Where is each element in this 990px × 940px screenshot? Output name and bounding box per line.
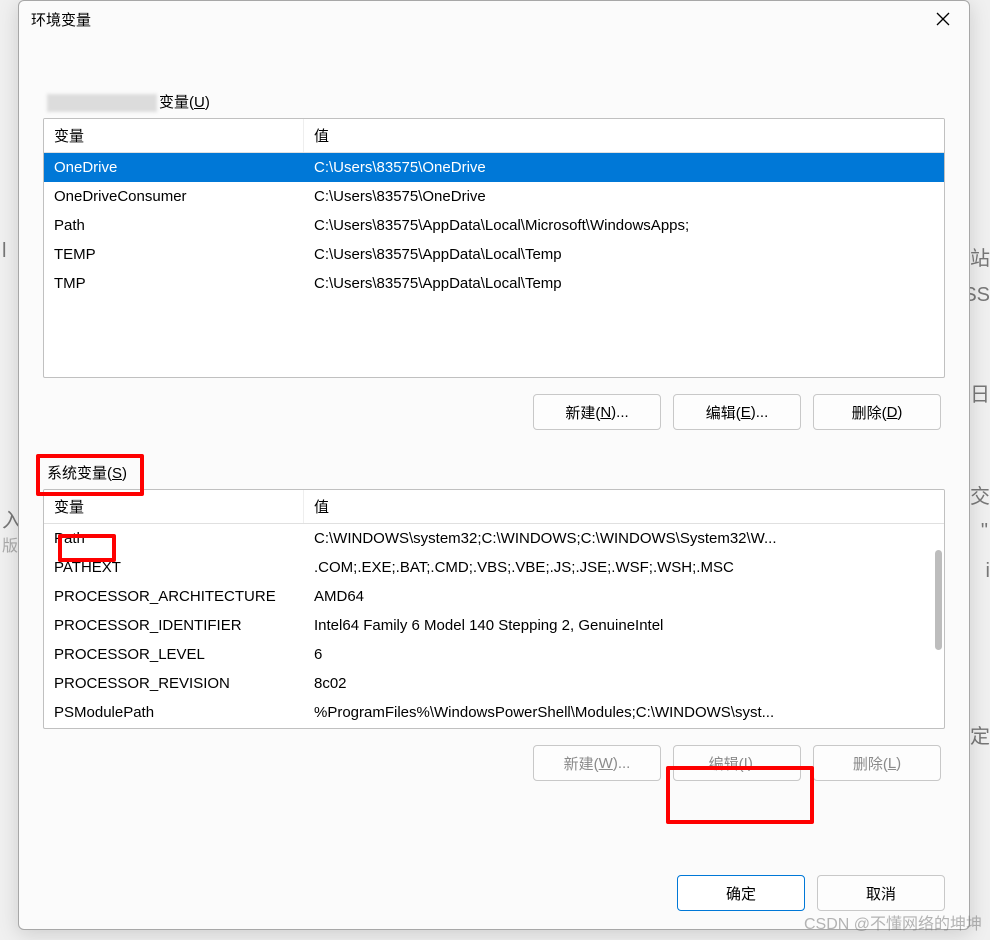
system-new-button[interactable]: 新建(W)... [533, 745, 661, 781]
system-vars-body: PathC:\WINDOWS\system32;C:\WINDOWS;C:\WI… [44, 524, 944, 729]
table-header: 变量 值 [44, 490, 944, 524]
bg-text: i [986, 560, 990, 583]
bg-text: " [981, 520, 988, 543]
cell-variable: PROCESSOR_LEVEL [44, 644, 304, 665]
user-new-button[interactable]: 新建(N)... [533, 394, 661, 430]
bg-text: 交 [970, 480, 990, 509]
cell-variable: OneDrive [44, 157, 304, 178]
col-value[interactable]: 值 [304, 119, 944, 152]
user-delete-button[interactable]: 删除(D) [813, 394, 941, 430]
cell-value: 6 [304, 644, 944, 665]
table-row[interactable]: PROCESSOR_IDENTIFIERIntel64 Family 6 Mod… [44, 611, 944, 640]
cell-value: C:\Users\83575\AppData\Local\Temp [304, 273, 944, 294]
cell-variable: Path [44, 528, 304, 549]
user-edit-button[interactable]: 编辑(E)... [673, 394, 801, 430]
table-row[interactable]: OneDriveC:\Users\83575\OneDrive [44, 153, 944, 182]
cell-value: C:\Users\83575\AppData\Local\Microsoft\W… [304, 215, 944, 236]
env-vars-dialog: 环境变量 变量(U) 变量 值 OneDriveC:\Users\83575\O… [18, 0, 970, 930]
bg-text: 日 [970, 378, 990, 407]
system-edit-button[interactable]: 编辑(I)... [673, 745, 801, 781]
system-vars-label: 系统变量(S) [47, 462, 945, 483]
table-row[interactable]: PSModulePath%ProgramFiles%\WindowsPowerS… [44, 698, 944, 727]
user-buttons-row: 新建(N)... 编辑(E)... 删除(D) [43, 394, 941, 430]
table-row[interactable]: OneDriveConsumerC:\Users\83575\OneDrive [44, 182, 944, 211]
scrollbar-thumb[interactable] [935, 550, 942, 650]
table-row[interactable]: PATHEXT.COM;.EXE;.BAT;.CMD;.VBS;.VBE;.JS… [44, 553, 944, 582]
cell-variable: PSModulePath [44, 702, 304, 723]
table-row[interactable]: PROCESSOR_REVISION8c02 [44, 669, 944, 698]
col-value[interactable]: 值 [304, 490, 944, 523]
table-row[interactable]: PathC:\WINDOWS\system32;C:\WINDOWS;C:\WI… [44, 524, 944, 553]
cell-value: C:\WINDOWS\system32;C:\WINDOWS;C:\WINDOW… [304, 528, 944, 549]
close-icon [936, 12, 950, 26]
user-vars-table[interactable]: 变量 值 OneDriveC:\Users\83575\OneDriveOneD… [43, 118, 945, 378]
col-variable[interactable]: 变量 [44, 119, 304, 152]
cancel-button[interactable]: 取消 [817, 875, 945, 911]
bg-text: 站 [970, 242, 990, 271]
system-delete-button[interactable]: 删除(L) [813, 745, 941, 781]
cell-variable: TMP [44, 273, 304, 294]
user-vars-body: OneDriveC:\Users\83575\OneDriveOneDriveC… [44, 153, 944, 298]
table-row[interactable]: PROCESSOR_ARCHITECTUREAMD64 [44, 582, 944, 611]
cell-variable: PATHEXT [44, 557, 304, 578]
ok-button[interactable]: 确定 [677, 875, 805, 911]
system-vars-table[interactable]: 变量 值 PathC:\WINDOWS\system32;C:\WINDOWS;… [43, 489, 945, 729]
dialog-title: 环境变量 [31, 9, 91, 30]
cell-variable: PROCESSOR_IDENTIFIER [44, 615, 304, 636]
cell-value: C:\Users\83575\AppData\Local\Temp [304, 244, 944, 265]
footer-buttons: 确定 取消 [677, 875, 945, 911]
cell-variable: OneDriveConsumer [44, 186, 304, 207]
table-row[interactable]: PROCESSOR_LEVEL6 [44, 640, 944, 669]
cell-value: C:\Users\83575\OneDrive [304, 157, 944, 178]
cell-variable: PROCESSOR_ARCHITECTURE [44, 586, 304, 607]
watermark: CSDN @不懂网络的坤坤 [804, 910, 982, 934]
bg-text: 定 [970, 720, 990, 749]
user-vars-label: 变量(U) [47, 91, 945, 112]
dialog-content: 变量(U) 变量 值 OneDriveC:\Users\83575\OneDri… [19, 37, 969, 801]
cell-value: Intel64 Family 6 Model 140 Stepping 2, G… [304, 615, 944, 636]
table-row[interactable]: TEMPC:\WINDOWS\TEMP [44, 727, 944, 729]
system-buttons-row: 新建(W)... 编辑(I)... 删除(L) [43, 745, 941, 781]
cell-value: 8c02 [304, 673, 944, 694]
cell-variable: Path [44, 215, 304, 236]
cell-variable: TEMP [44, 244, 304, 265]
cell-value: .COM;.EXE;.BAT;.CMD;.VBS;.VBE;.JS;.JSE;.… [304, 557, 944, 578]
bg-text: l [2, 240, 6, 263]
table-row[interactable]: TMPC:\Users\83575\AppData\Local\Temp [44, 269, 944, 298]
table-row[interactable]: TEMPC:\Users\83575\AppData\Local\Temp [44, 240, 944, 269]
cell-value: %ProgramFiles%\WindowsPowerShell\Modules… [304, 702, 944, 723]
titlebar: 环境变量 [19, 1, 969, 37]
close-button[interactable] [923, 4, 963, 34]
cell-value: AMD64 [304, 586, 944, 607]
table-row[interactable]: PathC:\Users\83575\AppData\Local\Microso… [44, 211, 944, 240]
table-header: 变量 值 [44, 119, 944, 153]
cell-variable: PROCESSOR_REVISION [44, 673, 304, 694]
cell-value: C:\Users\83575\OneDrive [304, 186, 944, 207]
masked-username [47, 94, 157, 112]
col-variable[interactable]: 变量 [44, 490, 304, 523]
